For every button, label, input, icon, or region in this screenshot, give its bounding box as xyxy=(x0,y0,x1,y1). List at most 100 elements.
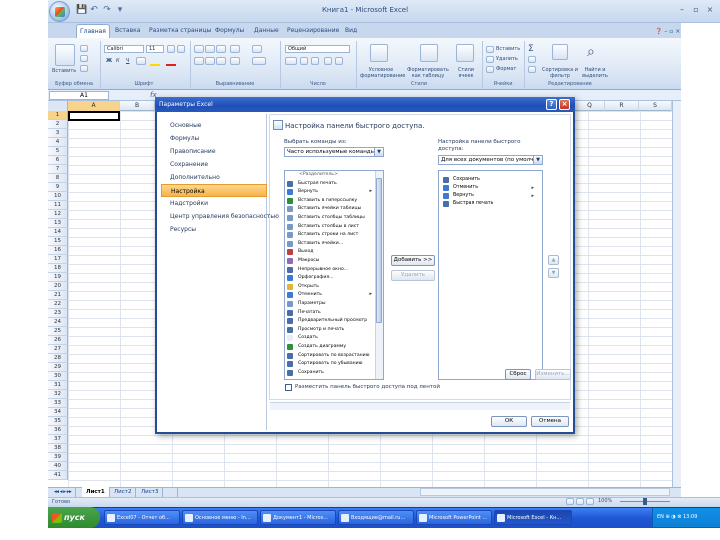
font-size-combo[interactable]: 11 xyxy=(146,45,164,53)
command-item[interactable]: Сохранить xyxy=(285,369,373,377)
nav-item[interactable]: Настройка xyxy=(161,184,267,197)
row-header[interactable]: 5 xyxy=(48,147,68,156)
row-header[interactable]: 20 xyxy=(48,282,68,291)
system-tray[interactable]: EN ⊕ ◑ ⊗ 13:09 xyxy=(652,508,720,527)
command-item[interactable]: Вставить столбцы в лист xyxy=(285,223,373,231)
format-painter-icon[interactable] xyxy=(80,65,88,72)
format-as-table-icon[interactable] xyxy=(420,44,438,62)
row-header[interactable]: 7 xyxy=(48,165,68,174)
close-window-button[interactable]: × xyxy=(704,4,716,16)
row-header[interactable]: 28 xyxy=(48,354,68,363)
tab-review[interactable]: Рецензирование xyxy=(284,24,342,38)
move-down-button[interactable]: ▼ xyxy=(548,268,559,278)
commands-scroll-thumb[interactable] xyxy=(376,178,382,323)
customize-qat-dropdown[interactable]: Для всех документов (по умолча... ▼ xyxy=(438,155,543,165)
row-header[interactable]: 17 xyxy=(48,255,68,264)
insert-cells-icon[interactable] xyxy=(486,46,494,53)
fill-color-icon[interactable] xyxy=(150,58,160,66)
sheet-nav-arrows[interactable]: ◂◂ ◂ ▸ ▸▸ xyxy=(50,487,77,497)
row-header[interactable]: 31 xyxy=(48,381,68,390)
taskbar-item[interactable]: Входящие@mail.ru... xyxy=(338,510,414,525)
tab-page-layout[interactable]: Разметка страницы xyxy=(146,24,214,38)
command-item[interactable]: Параметры xyxy=(285,300,373,308)
comma-style-icon[interactable] xyxy=(311,57,319,65)
row-header[interactable]: 24 xyxy=(48,318,68,327)
cut-icon[interactable] xyxy=(80,45,88,52)
sort-filter-label[interactable]: Сортировка и фильтр xyxy=(540,67,580,79)
cancel-button[interactable]: Отмена xyxy=(531,416,569,427)
qat-item[interactable]: Сохранить xyxy=(440,176,540,184)
paste-icon[interactable] xyxy=(55,44,75,66)
bold-button[interactable]: Ж xyxy=(106,58,112,65)
nav-item[interactable]: Дополнительно xyxy=(161,171,267,184)
nav-item[interactable]: Основные xyxy=(161,119,267,132)
row-header[interactable]: 14 xyxy=(48,228,68,237)
column-header[interactable]: B xyxy=(120,101,155,111)
find-select-icon[interactable]: ⌕ xyxy=(587,44,595,60)
redo-icon[interactable]: ↷ xyxy=(102,5,112,15)
select-all-corner[interactable] xyxy=(48,101,68,111)
nav-item[interactable]: Правописание xyxy=(161,145,267,158)
format-as-table-label[interactable]: Форматировать как таблицу xyxy=(406,67,450,79)
taskbar-item[interactable]: Документ1 - Micros... xyxy=(260,510,336,525)
horizontal-scrollbar[interactable] xyxy=(420,488,670,496)
row-header[interactable]: 1 xyxy=(48,111,68,120)
tab-formulas[interactable]: Формулы xyxy=(212,24,247,38)
taskbar-item-active[interactable]: Microsoft Excel - Кн... xyxy=(494,510,572,525)
command-item[interactable]: Просмотр и печать xyxy=(285,326,373,334)
show-below-ribbon-checkbox[interactable] xyxy=(285,384,292,391)
row-header[interactable]: 19 xyxy=(48,273,68,282)
nav-item[interactable]: Центр управления безопасностью xyxy=(161,210,279,223)
font-name-combo[interactable]: Calibri xyxy=(104,45,144,53)
underline-button[interactable]: Ч xyxy=(126,58,129,65)
row-header[interactable]: 38 xyxy=(48,444,68,453)
italic-button[interactable]: К xyxy=(116,58,120,65)
row-header[interactable]: 15 xyxy=(48,237,68,246)
modify-button[interactable]: Изменить... xyxy=(535,369,571,380)
font-color-icon[interactable] xyxy=(166,58,176,66)
save-icon[interactable]: 💾 xyxy=(76,5,87,15)
choose-commands-dropdown[interactable]: Часто используемые команды ▼ xyxy=(284,147,384,157)
command-item[interactable]: Вставить в гиперссылку xyxy=(285,197,373,205)
command-item[interactable]: Предварительный просмотр xyxy=(285,317,373,325)
close-dialog-button[interactable]: × xyxy=(559,99,570,110)
row-header[interactable]: 10 xyxy=(48,192,68,201)
column-header[interactable]: Q xyxy=(575,101,605,111)
indent-icon[interactable] xyxy=(230,57,240,65)
help-controls[interactable]: ❓ – ▫ × xyxy=(652,25,683,39)
sheet-tab-3[interactable]: Лист3 xyxy=(137,487,164,497)
command-item[interactable]: Открыть xyxy=(285,283,373,291)
insert-sheet-icon[interactable] xyxy=(164,487,178,497)
align-center-icon[interactable] xyxy=(205,57,215,65)
sheet-tab-1[interactable]: Лист1 xyxy=(82,487,110,497)
grow-font-icon[interactable] xyxy=(167,45,175,53)
command-item[interactable]: <Разделитель> xyxy=(285,171,373,179)
sort-filter-icon[interactable] xyxy=(552,44,568,60)
autosum-icon[interactable]: Σ xyxy=(528,44,534,54)
row-header[interactable]: 30 xyxy=(48,372,68,381)
align-top-icon[interactable] xyxy=(194,45,204,53)
wrap-text-icon[interactable] xyxy=(252,45,262,53)
column-header[interactable]: R xyxy=(605,101,639,111)
restore-button[interactable]: ▫ xyxy=(690,4,702,16)
command-item[interactable]: Создать xyxy=(285,334,373,342)
page-layout-view-icon[interactable] xyxy=(576,498,584,505)
command-item[interactable]: Вставить строки на лист xyxy=(285,231,373,239)
command-item[interactable]: Создать диаграмму xyxy=(285,343,373,351)
row-header[interactable]: 23 xyxy=(48,309,68,318)
row-header[interactable]: 12 xyxy=(48,210,68,219)
office-button[interactable] xyxy=(49,1,70,22)
command-item[interactable]: Сортировать по возрастанию xyxy=(285,352,373,360)
copy-icon[interactable] xyxy=(80,55,88,62)
row-header[interactable]: 36 xyxy=(48,426,68,435)
conditional-formatting-label[interactable]: Условное форматирование xyxy=(360,67,405,79)
remove-button[interactable]: Удалить xyxy=(391,270,435,281)
tab-home[interactable]: Главная xyxy=(76,24,110,38)
customize-qat-icon[interactable]: ▾ xyxy=(115,5,125,15)
row-header[interactable]: 6 xyxy=(48,156,68,165)
nav-item[interactable]: Сохранение xyxy=(161,158,267,171)
tab-insert[interactable]: Вставка xyxy=(112,24,143,38)
reset-button[interactable]: Сброс xyxy=(505,369,531,380)
command-item[interactable]: Вставить ячейки... xyxy=(285,240,373,248)
row-header[interactable]: 13 xyxy=(48,219,68,228)
